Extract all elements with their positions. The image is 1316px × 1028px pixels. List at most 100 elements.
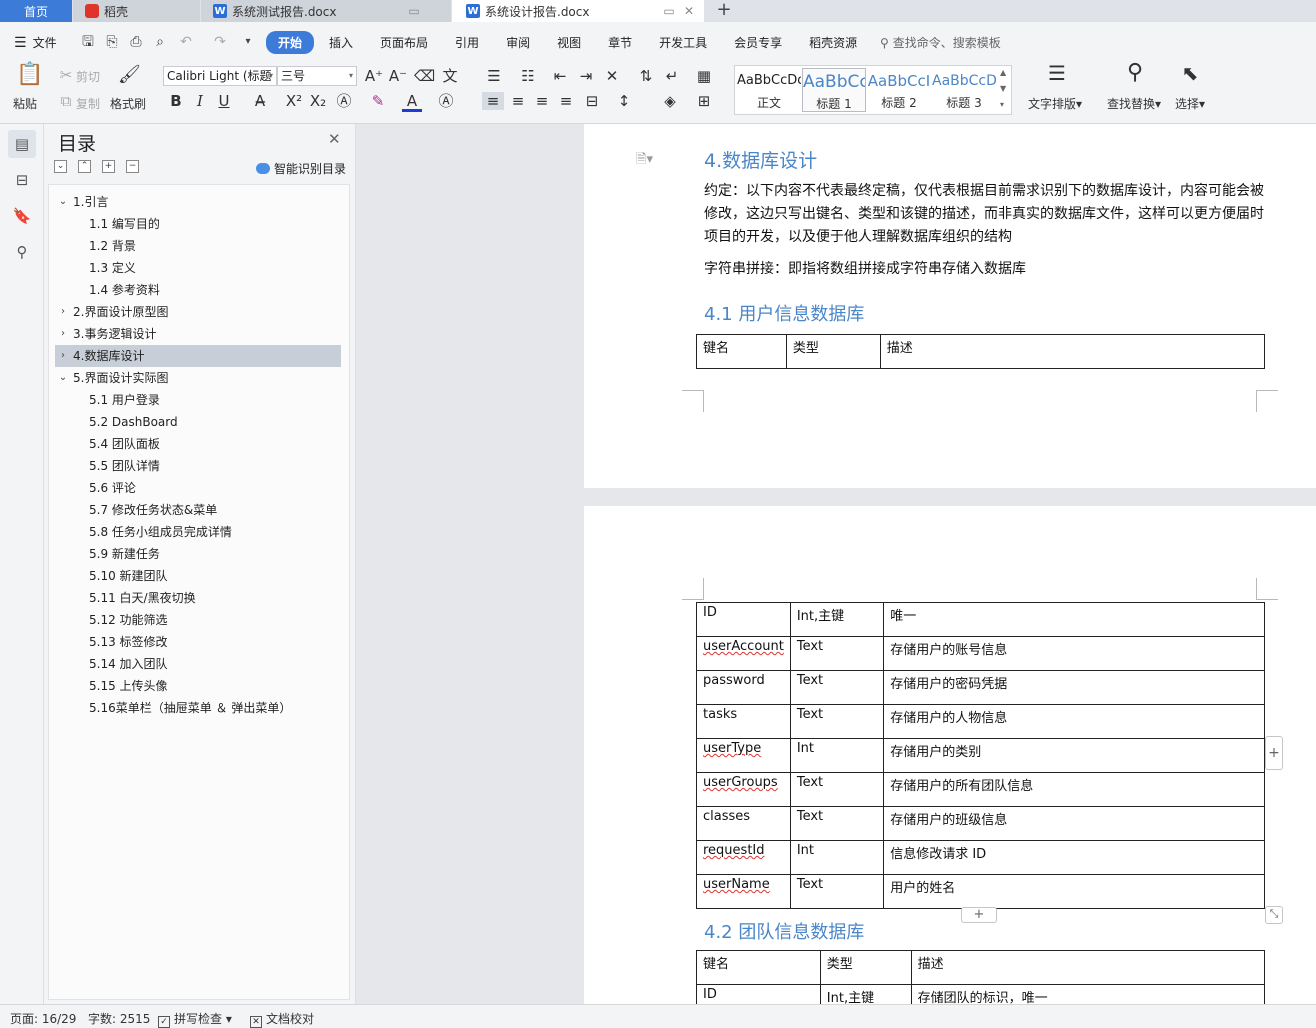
bold-icon[interactable]: B	[166, 92, 186, 110]
toc-item[interactable]: 1.4 参考资料	[55, 279, 341, 301]
paste-icon[interactable]: 📋	[16, 64, 43, 86]
distribute-icon[interactable]: ⊟	[582, 92, 602, 110]
italic-icon[interactable]: I	[190, 92, 210, 110]
table-cell[interactable]: 描述	[910, 950, 1266, 985]
toc-item[interactable]: 5.13 标签修改	[55, 631, 341, 653]
toc-item[interactable]: 5.1 用户登录	[55, 389, 341, 411]
table-cell[interactable]: password	[696, 670, 791, 705]
table-tool-icon[interactable]: ▦	[694, 67, 714, 85]
table-cell[interactable]: Text	[789, 636, 885, 671]
table-cell[interactable]: 存储团队的标识，唯一	[910, 984, 1266, 1004]
find-replace-icon[interactable]: ⚲	[1122, 62, 1148, 84]
strikethrough-icon[interactable]: A̶	[250, 92, 270, 110]
table-cell[interactable]: userAccount	[696, 636, 791, 671]
table-cell[interactable]: 存储用户的班级信息	[883, 806, 1265, 841]
decrease-indent-icon[interactable]: ⇤	[550, 67, 570, 85]
style-heading-2[interactable]: AaBbCcI 标题 2	[867, 68, 931, 112]
toc-item[interactable]: 5.11 白天/黑夜切换	[55, 587, 341, 609]
print-icon[interactable]: ⎙	[128, 34, 144, 50]
increase-indent-icon[interactable]: ⇥	[576, 67, 596, 85]
remove-heading-icon[interactable]: −	[126, 160, 139, 173]
tab-home[interactable]: 首页	[0, 0, 72, 22]
table-cell[interactable]: 存储用户的类别	[883, 738, 1265, 773]
table-cell[interactable]: Int	[789, 738, 885, 773]
text-layout-button[interactable]: 文字排版▾	[1028, 95, 1082, 112]
chevron-right-icon[interactable]: ›	[57, 301, 69, 323]
close-icon[interactable]: ✕	[328, 130, 341, 148]
table-cell[interactable]: classes	[696, 806, 791, 841]
table-cell[interactable]: 唯一	[883, 602, 1265, 637]
table-cell[interactable]: userType	[696, 738, 791, 773]
text-effect-icon[interactable]: Ⓐ	[334, 92, 354, 110]
save-icon[interactable]: 🖫	[80, 34, 96, 50]
cut-icon[interactable]: ✂	[56, 66, 76, 84]
toc-item[interactable]: 5.9 新建任务	[55, 543, 341, 565]
phonetic-icon[interactable]: 文	[440, 67, 460, 85]
toc-item[interactable]: 1.1 编写目的	[55, 213, 341, 235]
page-indicator[interactable]: 页面: 16/29	[10, 1010, 76, 1027]
table-cell[interactable]: 存储用户的所有团队信息	[883, 772, 1265, 807]
toc-item[interactable]: ⌄ 1.引言	[55, 191, 341, 213]
toc-panel-icon[interactable]: ▤	[8, 130, 36, 158]
toc-item[interactable]: 5.7 修改任务状态&菜单	[55, 499, 341, 521]
toc-item[interactable]: 5.16菜单栏（抽屉菜单 ＆ 弹出菜单）	[55, 697, 341, 719]
ribbon-tab[interactable]: 章节	[596, 31, 644, 54]
toc-item[interactable]: 5.12 功能筛选	[55, 609, 341, 631]
style-heading-3[interactable]: AaBbCcDd 标题 3	[932, 68, 996, 112]
toc-item[interactable]: ⌄ 5.界面设计实际图	[55, 367, 341, 389]
toc-item[interactable]: 5.6 评论	[55, 477, 341, 499]
table-cell[interactable]: Text	[789, 670, 885, 705]
table-cell[interactable]: 键名	[696, 950, 821, 985]
spell-check-button[interactable]: ✓ 拼写检查 ▾	[158, 1010, 232, 1028]
line-spacing-icon[interactable]: ↕	[614, 92, 634, 110]
undo-icon[interactable]: ↶	[178, 34, 194, 50]
borders-icon[interactable]: ⊞	[694, 92, 714, 110]
chevron-down-icon[interactable]: ⌄	[57, 191, 69, 213]
expand-up-icon[interactable]: ⌃	[78, 160, 91, 173]
ribbon-tab[interactable]: 引用	[443, 31, 491, 54]
table-cell[interactable]: Text	[789, 772, 885, 807]
table-cell[interactable]: Text	[789, 874, 885, 909]
chevron-right-icon[interactable]: ›	[57, 323, 69, 345]
table-cell[interactable]: ID	[696, 984, 821, 1004]
font-name-select[interactable]: Calibri Light (标题 ▾	[163, 66, 277, 86]
table-cell[interactable]: 类型	[785, 334, 881, 369]
table-cell[interactable]: Text	[789, 806, 885, 841]
monitor-icon[interactable]: ▭	[662, 4, 676, 18]
table-cell[interactable]: userName	[696, 874, 791, 909]
find-replace-button[interactable]: 查找替换▾	[1107, 95, 1161, 112]
underline-icon[interactable]: U	[214, 92, 234, 110]
ribbon-tab[interactable]: 插入	[317, 31, 365, 54]
more-styles-icon[interactable]: ▾	[1000, 100, 1004, 109]
toc-item[interactable]: 5.10 新建团队	[55, 565, 341, 587]
ribbon-tab[interactable]: 开发工具	[647, 31, 719, 54]
table-cell[interactable]: 键名	[696, 334, 787, 369]
ribbon-tab[interactable]: 开始	[266, 31, 315, 54]
tab-docer[interactable]: 稻壳	[73, 0, 200, 22]
text-layout-icon[interactable]: ☰	[1044, 63, 1070, 83]
toc-item[interactable]: 1.2 背景	[55, 235, 341, 257]
table-cell[interactable]: 存储用户的账号信息	[883, 636, 1265, 671]
table-cell[interactable]: ID	[696, 602, 791, 637]
chevron-right-icon[interactable]: ›	[57, 345, 69, 367]
toc-item[interactable]: 5.8 任务小组成员完成详情	[55, 521, 341, 543]
proofread-button[interactable]: ✕ 文档校对	[250, 1010, 314, 1028]
style-heading-1[interactable]: AaBbCc 标题 1	[802, 68, 866, 112]
clear-format-icon[interactable]: ⌫	[414, 67, 435, 85]
add-row-button[interactable]: +	[961, 907, 997, 923]
toc-item[interactable]: 5.2 DashBoard	[55, 411, 341, 433]
close-tab-icon[interactable]: ✕	[682, 4, 696, 18]
table-cell[interactable]: 信息修改请求 ID	[883, 840, 1265, 875]
show-marks-icon[interactable]: ↵	[662, 67, 682, 85]
ribbon-tab[interactable]: 页面布局	[368, 31, 440, 54]
table-cell[interactable]: Int	[789, 840, 885, 875]
table-cell[interactable]: Int,主键	[789, 602, 885, 637]
collapse-all-icon[interactable]: ⌄	[54, 160, 67, 173]
ribbon-tab[interactable]: 稻壳资源	[797, 31, 869, 54]
superscript-icon[interactable]: X²	[284, 92, 304, 110]
scroll-down-icon[interactable]: ▼	[1000, 84, 1006, 93]
chevron-down-icon[interactable]: ⌄	[57, 367, 69, 389]
font-shrink-icon[interactable]: A⁻	[388, 67, 408, 85]
toc-item[interactable]: 1.3 定义	[55, 257, 341, 279]
align-center-icon[interactable]: ≡	[508, 92, 528, 110]
